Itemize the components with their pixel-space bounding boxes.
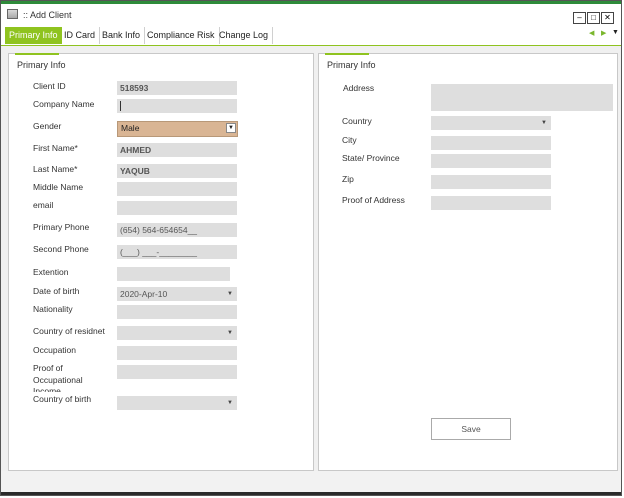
window-title: :: Add Client: [23, 10, 72, 20]
chevron-down-icon[interactable]: ▼: [227, 326, 233, 340]
nationality-input[interactable]: [117, 305, 237, 319]
add-client-window: :: Add Client – □ ✕ Primary Info ID Card…: [0, 0, 622, 496]
maximize-icon[interactable]: □: [587, 12, 600, 24]
close-icon[interactable]: ✕: [601, 12, 614, 24]
minimize-icon[interactable]: –: [573, 12, 586, 24]
zip-input[interactable]: [431, 175, 551, 189]
email-input[interactable]: [117, 201, 237, 215]
gender-value: Male: [121, 123, 140, 133]
app-window-icon: [7, 9, 18, 19]
country-of-residence-select[interactable]: ▼: [117, 326, 237, 340]
nationality-label: Nationality: [33, 304, 73, 314]
zip-label: Zip: [342, 174, 354, 184]
address-input[interactable]: [431, 84, 613, 111]
proof-of-income-label-line2: Occupational: [33, 375, 83, 385]
company-name-input[interactable]: [117, 99, 237, 113]
tab-list-chevron-down-icon[interactable]: ▼: [612, 29, 619, 36]
proof-of-income-label-line3: Income: [33, 386, 61, 392]
last-name-input[interactable]: YAQUB: [117, 164, 237, 178]
middle-name-input[interactable]: [117, 182, 237, 196]
chevron-down-icon[interactable]: ▼: [226, 123, 236, 133]
left-panel-title: Primary Info: [17, 60, 66, 70]
email-label: email: [33, 200, 54, 210]
extension-input[interactable]: [117, 267, 230, 281]
primary-info-left-panel: Primary Info Client ID 518593 Company Na…: [8, 53, 314, 471]
date-of-birth-label: Date of birth: [33, 286, 80, 296]
state-province-input[interactable]: [431, 154, 551, 168]
tab-compliance-risk[interactable]: Compliance Risk: [143, 27, 220, 44]
proof-of-income-input[interactable]: [117, 365, 237, 379]
primary-phone-label: Primary Phone: [33, 222, 90, 232]
address-label: Address: [343, 83, 375, 93]
country-of-residence-label: Country of residnet: [33, 326, 105, 336]
country-of-birth-label: Country of birth: [33, 394, 92, 404]
country-label: Country: [342, 116, 372, 126]
second-phone-label: Second Phone: [33, 244, 89, 254]
save-button[interactable]: Save: [431, 418, 511, 440]
date-of-birth-value: 2020-Apr-10: [120, 289, 168, 299]
tab-scroll-left-icon[interactable]: ◀: [589, 29, 594, 37]
extension-label: Extention: [33, 267, 69, 277]
chevron-down-icon[interactable]: ▼: [227, 396, 233, 410]
panel-accent-bar: [325, 53, 369, 55]
status-strip: [1, 471, 621, 495]
proof-of-income-label-line1: Proof of: [33, 363, 63, 373]
tab-id-card[interactable]: ID Card: [60, 27, 101, 44]
middle-name-label: Middle Name: [33, 182, 84, 192]
proof-of-address-input[interactable]: [431, 196, 551, 210]
last-name-label: Last Name*: [33, 164, 78, 174]
company-name-label: Company Name: [33, 99, 95, 109]
occupation-input[interactable]: [117, 346, 237, 360]
country-of-birth-select[interactable]: ▼: [117, 396, 237, 410]
proof-of-address-label: Proof of Address: [342, 195, 405, 205]
tab-scroll-right-icon[interactable]: ▶: [601, 29, 606, 37]
tab-bank-info[interactable]: Bank Info: [98, 27, 146, 44]
state-province-label: State/ Province: [342, 153, 400, 163]
window-bottom-border: [1, 492, 621, 495]
tab-bar: Primary Info ID Card Bank Info Complianc…: [1, 25, 621, 46]
country-select[interactable]: ▼: [431, 116, 551, 130]
panel-accent-bar: [15, 53, 59, 55]
primary-phone-input[interactable]: (654) 564-654654__: [117, 223, 237, 237]
first-name-input[interactable]: AHMED: [117, 143, 237, 157]
city-input[interactable]: [431, 136, 551, 150]
tab-change-log[interactable]: Change Log: [215, 27, 274, 44]
date-of-birth-picker[interactable]: 2020-Apr-10 ▼: [117, 287, 237, 301]
gender-label: Gender: [33, 121, 62, 131]
city-label: City: [342, 135, 357, 145]
client-id-label: Client ID: [33, 81, 66, 91]
chevron-down-icon[interactable]: ▼: [227, 287, 233, 301]
window-controls: – □ ✕: [573, 12, 614, 24]
occupation-label: Occupation: [33, 345, 76, 355]
primary-info-right-panel: Primary Info Address Country ▼ City Stat…: [318, 53, 618, 471]
gender-select[interactable]: Male ▼: [117, 121, 238, 137]
second-phone-input[interactable]: (___) ___-________: [117, 245, 237, 259]
chevron-down-icon[interactable]: ▼: [541, 116, 547, 130]
right-panel-title: Primary Info: [327, 60, 376, 70]
client-id-field: 518593: [117, 81, 237, 95]
text-cursor: [120, 101, 121, 111]
first-name-label: First Name*: [33, 143, 78, 153]
tab-primary-info[interactable]: Primary Info: [5, 27, 62, 44]
title-bar: :: Add Client – □ ✕: [1, 4, 621, 25]
